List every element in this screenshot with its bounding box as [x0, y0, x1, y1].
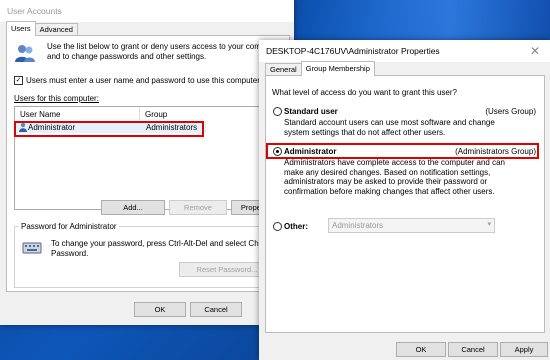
properties-titlebar: DESKTOP-4C176UV\Administrator Properties… — [259, 40, 550, 62]
administrator-description: Administrators have complete access to t… — [284, 158, 505, 196]
administrator-properties-window: DESKTOP-4C176UV\Administrator Properties… — [259, 40, 550, 360]
users-group-label: (Users Group) — [485, 107, 536, 116]
password-instructions: To change your password, press Ctrl-Alt-… — [51, 239, 277, 258]
cancel-button[interactable]: Cancel — [190, 302, 242, 317]
add-button[interactable]: Add... — [101, 200, 165, 215]
password-group-label: Password for Administrator — [19, 222, 119, 231]
chevron-down-icon: ▾ — [487, 221, 491, 228]
access-question: What level of access do you want to gran… — [272, 88, 457, 97]
intro-text: Use the list below to grant or deny user… — [47, 42, 281, 61]
properties-title: DESKTOP-4C176UV\Administrator Properties — [266, 46, 440, 56]
administrator-option-highlight — [266, 143, 539, 159]
standard-user-description: Standard account users can use most soft… — [284, 118, 495, 137]
ok-button[interactable]: OK — [134, 302, 186, 317]
ok-button[interactable]: OK — [396, 342, 446, 357]
users-icon — [15, 45, 35, 62]
users-tab-panel: Use the list below to grant or deny user… — [6, 35, 290, 292]
column-divider — [139, 107, 140, 120]
user-accounts-window: User Accounts Users Advanced Use the lis… — [0, 0, 294, 325]
keyboard-icon — [22, 242, 42, 254]
tab-group-membership[interactable]: Group Membership — [300, 61, 375, 76]
window-title: User Accounts — [7, 6, 62, 16]
other-radio[interactable] — [273, 222, 282, 231]
user-accounts-tabs: Users Advanced — [0, 21, 294, 36]
standard-user-label[interactable]: Standard user — [284, 107, 338, 116]
other-group-value: Administrators — [332, 221, 384, 230]
other-label[interactable]: Other: — [284, 222, 308, 231]
must-enter-password-label: Users must enter a user name and passwor… — [26, 76, 262, 85]
users-for-computer-label: Users for this computer: — [14, 94, 99, 103]
properties-tabs: General Group Membership — [259, 61, 550, 76]
must-enter-password-checkbox[interactable]: ✓ — [14, 76, 23, 85]
administrator-row-highlight — [14, 121, 204, 137]
column-header-group[interactable]: Group — [145, 110, 167, 119]
close-icon[interactable]: ✕ — [520, 40, 550, 62]
remove-button[interactable]: Remove — [169, 200, 227, 215]
standard-user-radio[interactable] — [273, 107, 282, 116]
other-group-select[interactable]: Administrators ▾ — [328, 218, 495, 233]
user-accounts-titlebar: User Accounts — [0, 0, 294, 22]
cancel-button[interactable]: Cancel — [448, 342, 498, 357]
apply-button[interactable]: Apply — [500, 342, 548, 357]
group-membership-panel: What level of access do you want to gran… — [265, 75, 545, 333]
tab-users[interactable]: Users — [6, 21, 36, 36]
column-header-user-name[interactable]: User Name — [20, 110, 60, 119]
